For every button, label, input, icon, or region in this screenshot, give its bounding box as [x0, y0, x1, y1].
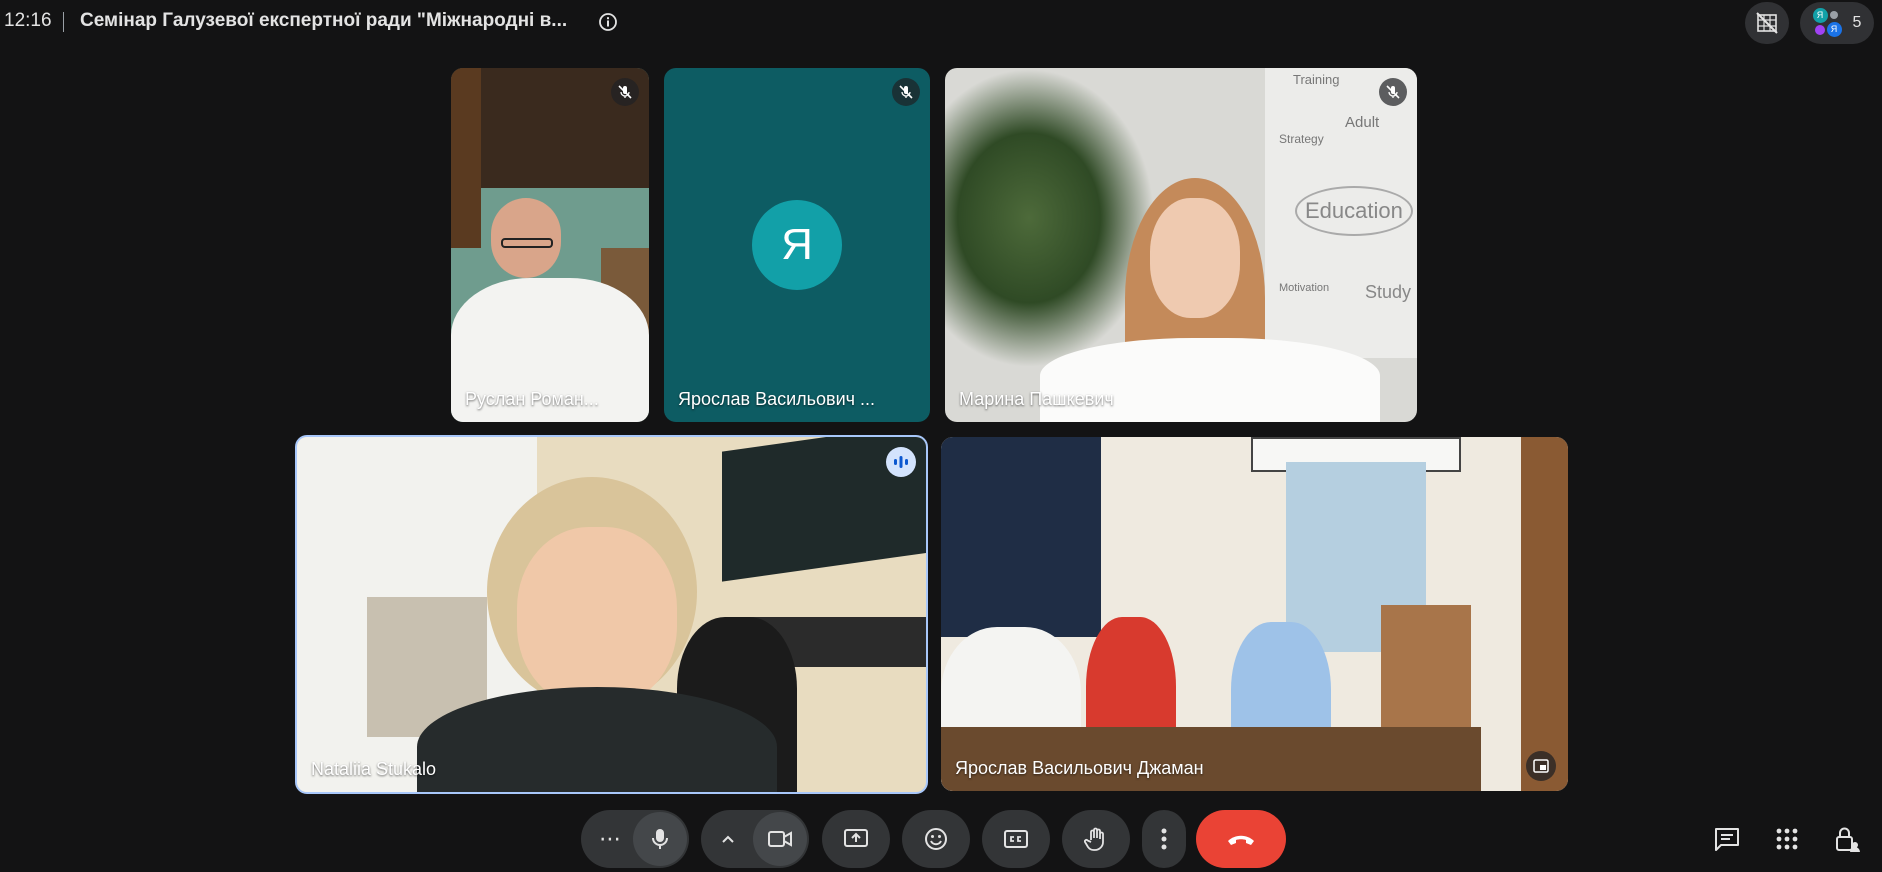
- picture-in-picture-icon: [1533, 759, 1549, 773]
- captions-button[interactable]: [982, 810, 1050, 868]
- mic-icon: [652, 829, 668, 849]
- present-screen-button[interactable]: [822, 810, 890, 868]
- layout-toggle-button[interactable]: [1745, 2, 1789, 44]
- mindmap-text: Study: [1365, 282, 1412, 302]
- avatar-dot: [1814, 25, 1825, 35]
- participant-tile[interactable]: Training Adult Strategy Education Motiva…: [945, 68, 1417, 422]
- more-options-button[interactable]: ⋯: [581, 810, 689, 868]
- chat-button[interactable]: [1710, 822, 1744, 856]
- reactions-button[interactable]: [902, 810, 970, 868]
- video-feed: [451, 68, 649, 422]
- video-feed: [941, 437, 1568, 791]
- host-controls-button[interactable]: [1830, 822, 1864, 856]
- avatar: Я: [1826, 22, 1842, 37]
- participant-avatars: Я Я: [1812, 8, 1843, 38]
- mindmap-text: Adult: [1345, 114, 1380, 131]
- camera-group[interactable]: [701, 810, 809, 868]
- raise-hand-button[interactable]: [1062, 810, 1130, 868]
- divider: [63, 12, 64, 32]
- avatar: Я: [1812, 8, 1828, 23]
- avatar-dot: [1829, 11, 1838, 19]
- mindmap-text: Training: [1293, 72, 1340, 87]
- info-icon[interactable]: [598, 12, 618, 32]
- more-horiz-icon: ⋯: [599, 826, 621, 851]
- participant-tile[interactable]: Я Ярослав Васильович ...: [664, 68, 930, 422]
- chevron-up-icon[interactable]: [721, 834, 735, 844]
- avatar: Я: [752, 200, 842, 290]
- mic-off-badge: [892, 78, 920, 106]
- mindmap-text: Strategy: [1279, 132, 1324, 146]
- mic-off-icon: [1386, 85, 1400, 99]
- camera-button[interactable]: [753, 812, 807, 866]
- participant-count: 5: [1852, 14, 1862, 31]
- speaking-indicator: [886, 447, 916, 477]
- participant-name: Марина Пашкевич: [959, 389, 1114, 409]
- clock: 12:16: [4, 10, 52, 31]
- mindmap-text: Education: [1295, 186, 1413, 236]
- mic-off-icon: [618, 85, 632, 99]
- apps-grid-icon: [1776, 828, 1798, 850]
- activities-button[interactable]: [1770, 822, 1804, 856]
- video-feed: [297, 437, 926, 792]
- mic-off-icon: [899, 85, 913, 99]
- participant-tile[interactable]: Руслан Роман...: [451, 68, 649, 422]
- mic-button[interactable]: [633, 812, 687, 866]
- pip-badge[interactable]: [1526, 751, 1556, 781]
- chat-icon: [1715, 828, 1739, 851]
- participant-name: Ярослав Васильович ...: [678, 389, 876, 409]
- call-end-icon: [1228, 835, 1254, 845]
- audio-level-icon: [894, 456, 908, 468]
- videocam-icon: [768, 831, 792, 847]
- participant-name: Ярослав Васильович Джаман: [955, 758, 1204, 778]
- more-actions-button[interactable]: [1142, 810, 1186, 868]
- participant-tile-speaking[interactable]: Nataliia Stukalo: [295, 435, 928, 794]
- meeting-title: Семінар Галузевої експертної ради "Міжна…: [80, 10, 568, 31]
- more-vert-icon: [1161, 828, 1167, 850]
- participant-tile[interactable]: Ярослав Васильович Джаман: [941, 437, 1568, 791]
- leave-call-button[interactable]: [1196, 810, 1286, 868]
- lock-person-icon: [1836, 827, 1860, 852]
- mindmap-text: Motivation: [1279, 282, 1330, 294]
- mic-off-badge: [611, 78, 639, 106]
- present-to-all-icon: [844, 829, 868, 847]
- video-feed: Training Adult Strategy Education Motiva…: [945, 68, 1417, 422]
- mic-off-badge: [1379, 78, 1407, 106]
- grid-off-icon: [1756, 12, 1778, 34]
- emoji-icon: [925, 828, 947, 850]
- top-bar: 12:16 Семінар Галузевої експертної ради …: [0, 0, 1882, 44]
- people-button[interactable]: Я Я 5: [1800, 2, 1874, 44]
- raise-hand-icon: [1084, 827, 1104, 851]
- participant-name: Руслан Роман...: [465, 389, 599, 409]
- closed-caption-icon: [1004, 830, 1028, 848]
- participant-name: Nataliia Stukalo: [311, 759, 437, 779]
